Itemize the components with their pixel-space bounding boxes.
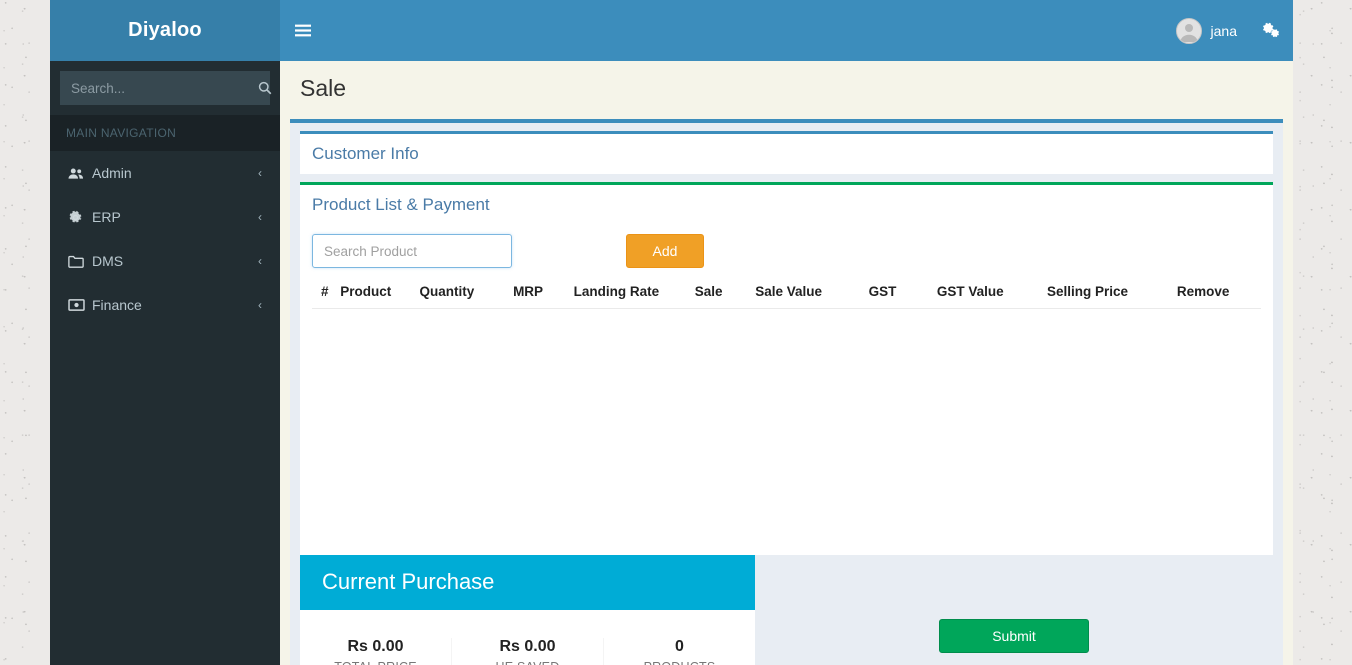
- column-landing-rate: Landing Rate: [569, 278, 691, 309]
- customer-info-title: Customer Info: [312, 144, 419, 163]
- product-list-header[interactable]: Product List & Payment: [300, 185, 1273, 225]
- column-selling-price: Selling Price: [1042, 278, 1173, 309]
- content-body: Customer Info Product List & Payment Add: [290, 119, 1283, 665]
- column-index: #: [312, 278, 337, 309]
- gear-icon: [68, 210, 92, 225]
- product-table: # Product Quantity MRP Landing Rate Sale…: [312, 278, 1261, 309]
- column-gst-value: GST Value: [932, 278, 1043, 309]
- sidebar-item-label: DMS: [92, 253, 124, 269]
- folder-icon: [68, 255, 92, 268]
- top-navbar: jana: [280, 0, 1293, 61]
- column-sale-value: Sale Value: [751, 278, 865, 309]
- sidebar-search-input[interactable]: [61, 72, 258, 104]
- sidebar-item-erp[interactable]: ERP ‹: [50, 195, 280, 239]
- users-icon: [68, 167, 92, 180]
- stat-label: PRODUCTS: [604, 660, 755, 665]
- submit-area: Submit: [755, 555, 1273, 665]
- hamburger-icon[interactable]: [280, 0, 325, 61]
- sidebar-search-button[interactable]: [258, 72, 272, 104]
- summary-row: Current Purchase Rs 0.00 TOTAL PRICE Rs …: [300, 555, 1273, 665]
- money-icon: [68, 299, 92, 311]
- add-product-button[interactable]: Add: [626, 234, 704, 268]
- content-header: Sale: [280, 61, 1293, 119]
- sidebar: Diyaloo MAIN NAVIGATION Admin: [50, 0, 280, 665]
- product-search-row: Add: [312, 225, 1261, 268]
- sidebar-item-dms[interactable]: DMS ‹: [50, 239, 280, 283]
- column-mrp: MRP: [509, 278, 570, 309]
- stat-value: Rs 0.00: [347, 638, 404, 655]
- brand-logo[interactable]: Diyaloo: [50, 0, 280, 61]
- column-quantity: Quantity: [415, 278, 510, 309]
- sidebar-item-label: ERP: [92, 209, 121, 225]
- chevron-left-icon: ‹: [258, 210, 262, 224]
- page-title: Sale: [300, 75, 347, 101]
- stat-products: 0 PRODUCTS: [604, 638, 755, 665]
- chevron-left-icon: ‹: [258, 254, 262, 268]
- user-menu[interactable]: jana: [1164, 0, 1249, 61]
- chevron-left-icon: ‹: [258, 298, 262, 312]
- table-header-row: # Product Quantity MRP Landing Rate Sale…: [312, 278, 1261, 309]
- user-name: jana: [1210, 22, 1237, 39]
- stat-label: TOTAL PRICE: [300, 660, 451, 665]
- submit-button[interactable]: Submit: [939, 618, 1089, 653]
- column-product: Product: [336, 278, 416, 309]
- stat-value: Rs 0.00: [499, 638, 556, 655]
- product-table-head: # Product Quantity MRP Landing Rate Sale…: [312, 278, 1261, 309]
- sidebar-item-finance[interactable]: Finance ‹: [50, 283, 280, 327]
- current-purchase-title: Current Purchase: [300, 555, 755, 610]
- sidebar-search-form: [60, 71, 272, 105]
- product-search-input[interactable]: [312, 234, 512, 268]
- column-sale: Sale: [690, 278, 752, 309]
- product-list-title: Product List & Payment: [312, 195, 490, 214]
- current-purchase-stats: Rs 0.00 TOTAL PRICE Rs 0.00 HE SAVED 0 P…: [300, 610, 755, 665]
- brand-name: Diyaloo: [128, 19, 202, 41]
- product-list-body: Add # Product Quantity MRP Landing Rate …: [300, 225, 1273, 555]
- product-list-box: Product List & Payment Add # Product Qua…: [300, 182, 1273, 555]
- sidebar-item-admin[interactable]: Admin ‹: [50, 151, 280, 195]
- column-remove: Remove: [1172, 278, 1261, 309]
- sidebar-item-label: Finance: [92, 297, 142, 313]
- stat-label: HE SAVED: [452, 660, 603, 665]
- current-purchase-panel: Current Purchase Rs 0.00 TOTAL PRICE Rs …: [300, 555, 755, 665]
- nav-section-header: MAIN NAVIGATION: [50, 115, 280, 151]
- navbar-right-menu: jana: [1164, 0, 1293, 61]
- browser-viewport: Diyaloo MAIN NAVIGATION Admin: [50, 0, 1293, 665]
- stat-value: 0: [675, 638, 684, 655]
- stat-he-saved: Rs 0.00 HE SAVED: [452, 638, 604, 665]
- cogs-icon[interactable]: [1249, 0, 1293, 61]
- search-icon: [258, 81, 272, 95]
- stat-total-price: Rs 0.00 TOTAL PRICE: [300, 638, 452, 665]
- sidebar-item-label: Admin: [92, 165, 132, 181]
- content-wrapper: Sale Customer Info Product List & Paymen…: [280, 61, 1293, 665]
- avatar: [1175, 17, 1202, 44]
- chevron-left-icon: ‹: [258, 166, 262, 180]
- customer-info-header[interactable]: Customer Info: [300, 134, 1273, 174]
- customer-info-box: Customer Info: [300, 131, 1273, 174]
- column-gst: GST: [864, 278, 933, 309]
